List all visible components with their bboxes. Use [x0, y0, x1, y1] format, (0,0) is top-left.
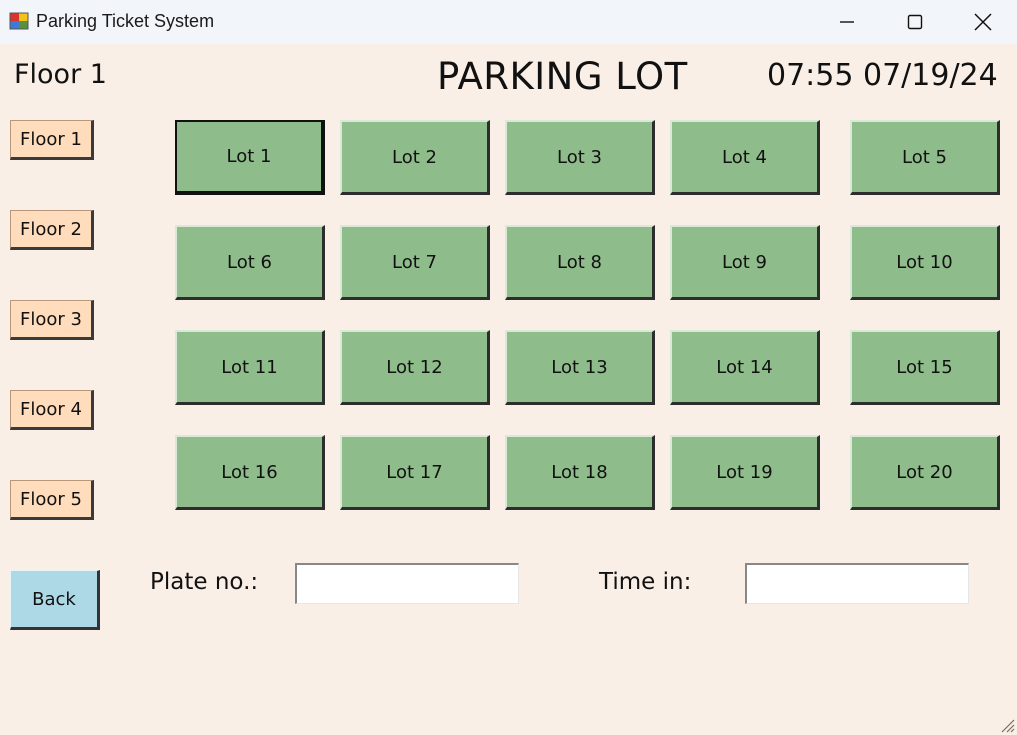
floor-1-button[interactable]: Floor 1 — [10, 120, 94, 160]
lot-17-button[interactable]: Lot 17 — [340, 435, 490, 510]
window-title: Parking Ticket System — [36, 11, 215, 31]
floor-5-button[interactable]: Floor 5 — [10, 480, 94, 520]
lot-2-button[interactable]: Lot 2 — [340, 120, 490, 195]
lot-10-button[interactable]: Lot 10 — [850, 225, 1000, 300]
minimize-button[interactable] — [813, 0, 881, 44]
app-window-icon — [9, 12, 29, 30]
lot-14-button[interactable]: Lot 14 — [670, 330, 820, 405]
maximize-button[interactable] — [881, 0, 949, 44]
plate-number-label: Plate no.: — [150, 569, 259, 595]
title-bar[interactable]: Parking Ticket System — [0, 0, 1017, 44]
datetime-display: 07:55 07/19/24 — [767, 58, 998, 93]
lot-8-button[interactable]: Lot 8 — [505, 225, 655, 300]
close-button[interactable] — [949, 0, 1017, 44]
lot-3-button[interactable]: Lot 3 — [505, 120, 655, 195]
time-in-input[interactable] — [745, 563, 969, 604]
minimize-icon — [840, 21, 854, 23]
lot-5-button[interactable]: Lot 5 — [850, 120, 1000, 195]
lot-19-button[interactable]: Lot 19 — [670, 435, 820, 510]
close-icon — [974, 13, 992, 31]
lot-20-button[interactable]: Lot 20 — [850, 435, 1000, 510]
lot-7-button[interactable]: Lot 7 — [340, 225, 490, 300]
time-in-label: Time in: — [599, 569, 692, 595]
floor-2-button[interactable]: Floor 2 — [10, 210, 94, 250]
lot-6-button[interactable]: Lot 6 — [175, 225, 325, 300]
lot-4-button[interactable]: Lot 4 — [670, 120, 820, 195]
lot-15-button[interactable]: Lot 15 — [850, 330, 1000, 405]
lot-16-button[interactable]: Lot 16 — [175, 435, 325, 510]
lot-1-button[interactable]: Lot 1 — [175, 120, 325, 195]
lot-12-button[interactable]: Lot 12 — [340, 330, 490, 405]
plate-number-input[interactable] — [295, 563, 519, 604]
lot-11-button[interactable]: Lot 11 — [175, 330, 325, 405]
maximize-icon — [907, 14, 923, 30]
floor-4-button[interactable]: Floor 4 — [10, 390, 94, 430]
lot-13-button[interactable]: Lot 13 — [505, 330, 655, 405]
floor-3-button[interactable]: Floor 3 — [10, 300, 94, 340]
lot-9-button[interactable]: Lot 9 — [670, 225, 820, 300]
lot-18-button[interactable]: Lot 18 — [505, 435, 655, 510]
current-floor-label: Floor 1 — [14, 59, 107, 90]
page-title: PARKING LOT — [437, 55, 688, 98]
back-button[interactable]: Back — [10, 570, 100, 630]
resize-grip-icon[interactable] — [999, 717, 1015, 733]
